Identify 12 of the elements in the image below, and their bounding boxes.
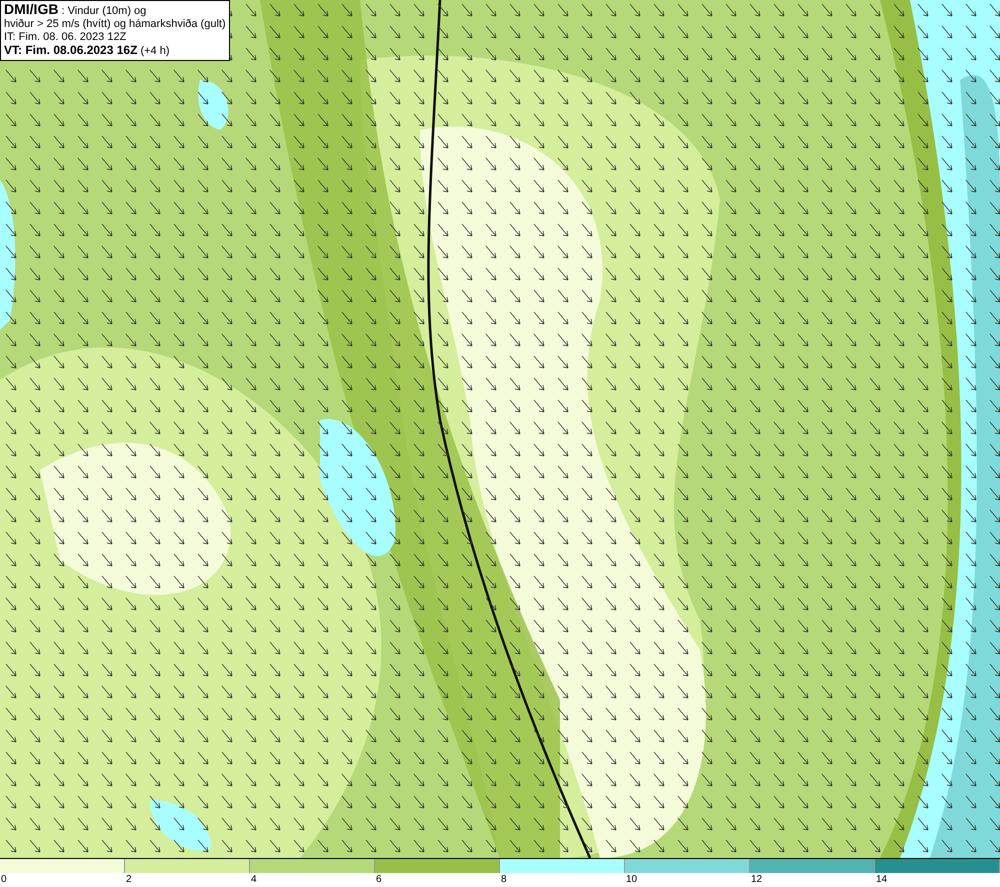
map-title: DMI/IGB : Vindur (10m) og — [4, 3, 148, 18]
legend-tick-label: 2 — [125, 873, 132, 887]
legend-tick-label: 12 — [750, 873, 762, 887]
legend-tick-label: 14 — [875, 873, 888, 887]
legend-tick-label: 10 — [625, 873, 638, 887]
map-info-line: hviður > 25 m/s (hvítt) og hámarkshviða (gult) — [4, 18, 226, 31]
map-info-line: IT: Fim. 08. 06. 2023 12Z — [4, 31, 128, 44]
legend-tick-label: 0 — [0, 873, 7, 887]
legend-tick-label: 6 — [375, 873, 382, 887]
map-info-line: VT: Fim. 08.06.2023 16Z (+4 h) — [4, 44, 171, 58]
legend-tick-label: 4 — [250, 873, 257, 887]
legend-tick-label: 8 — [500, 873, 507, 887]
